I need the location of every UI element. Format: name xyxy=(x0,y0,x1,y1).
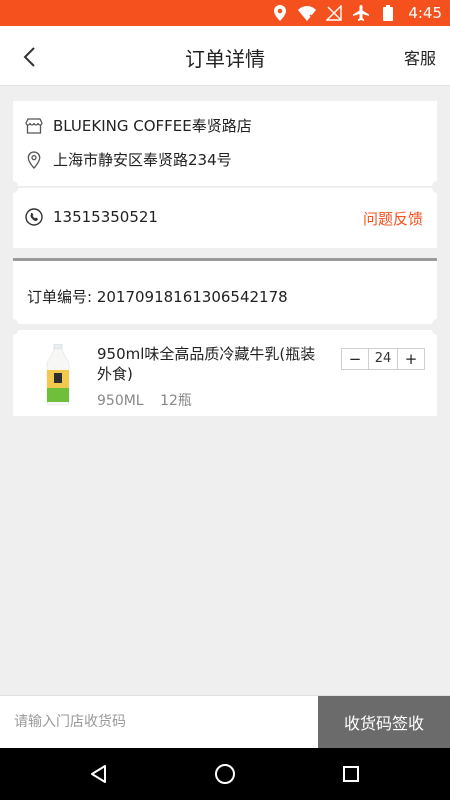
system-back-button[interactable] xyxy=(86,762,110,786)
card-notch xyxy=(8,325,18,335)
quantity-stepper: − 24 + xyxy=(341,348,425,370)
quantity-value[interactable]: 24 xyxy=(368,349,398,369)
status-icons: 4:45 xyxy=(271,4,442,22)
location-icon xyxy=(271,4,289,22)
phone-number: 13515350521 xyxy=(53,208,158,226)
store-name: BLUEKING COFFEE奉贤路店 xyxy=(53,117,252,135)
order-number: 订单编号: 20170918161306542178 xyxy=(27,288,288,306)
wifi-icon xyxy=(298,4,317,22)
battery-icon xyxy=(379,4,397,22)
order-number-card: 订单编号: 20170918161306542178 xyxy=(8,258,442,329)
product-name: 950ml味全高品质冷藏牛乳(瓶装外食) xyxy=(97,345,316,383)
back-triangle-icon xyxy=(91,765,106,783)
card-notch xyxy=(432,325,442,335)
signal-off-icon xyxy=(325,4,343,22)
receipt-code-input[interactable] xyxy=(0,696,318,748)
home-circle-icon xyxy=(215,764,235,784)
system-home-button[interactable] xyxy=(213,762,237,786)
card-notch xyxy=(8,183,18,193)
system-nav-bar xyxy=(0,748,450,800)
nav-bar: 订单详情 客服 xyxy=(0,26,450,86)
status-time: 4:45 xyxy=(408,4,442,22)
store-address: 上海市静安区奉贤路234号 xyxy=(53,151,232,169)
location-pin-icon xyxy=(25,150,43,169)
product-spec: 950ML 12瓶 xyxy=(97,390,192,410)
store-row: BLUEKING COFFEE奉贤路店 xyxy=(25,115,252,136)
product-volume: 950ML xyxy=(97,393,144,409)
contact-card: 13515350521 问题反馈 xyxy=(8,183,442,248)
product-count: 12瓶 xyxy=(160,393,192,409)
status-bar: 4:45 xyxy=(0,0,450,26)
receipt-bar: 收货码签收 xyxy=(0,695,450,748)
store-card: BLUEKING COFFEE奉贤路店 上海市静安区奉贤路234号 xyxy=(8,101,442,191)
phone-row[interactable]: 13515350521 xyxy=(25,208,158,226)
card-notch xyxy=(432,183,442,193)
product-card: 950ml味全高品质冷藏牛乳(瓶装外食) 950ML 12瓶 − 24 + xyxy=(8,325,442,416)
page-title: 订单详情 xyxy=(185,47,265,71)
address-row: 上海市静安区奉贤路234号 xyxy=(25,149,232,170)
increase-button[interactable]: + xyxy=(398,349,424,369)
recents-square-icon xyxy=(343,766,359,782)
store-icon xyxy=(25,117,43,135)
system-recents-button[interactable] xyxy=(339,762,363,786)
decrease-button[interactable]: − xyxy=(342,349,368,369)
phone-icon xyxy=(25,208,43,226)
customer-service-button[interactable]: 客服 xyxy=(404,45,436,69)
airplane-icon xyxy=(352,4,370,22)
feedback-link[interactable]: 问题反馈 xyxy=(363,208,423,229)
product-image xyxy=(43,343,73,406)
receipt-sign-button[interactable]: 收货码签收 xyxy=(318,696,450,748)
